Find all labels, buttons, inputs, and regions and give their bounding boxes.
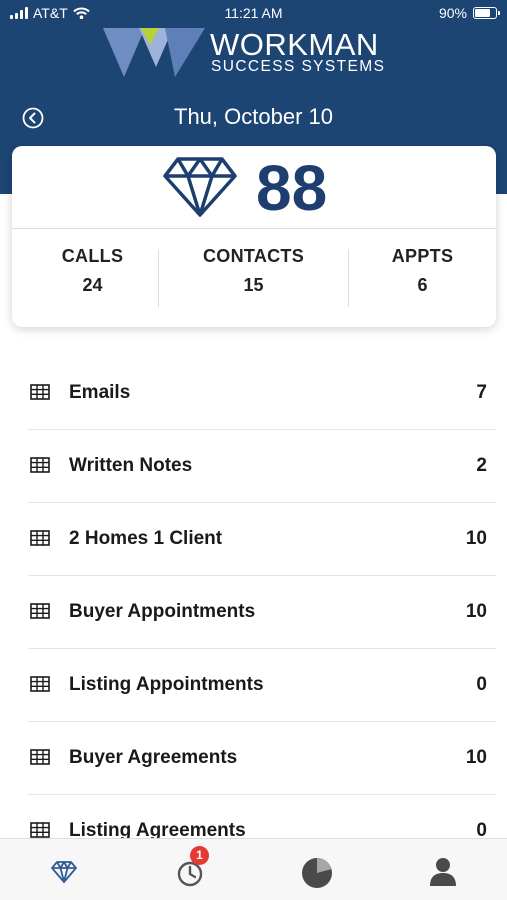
activity-count: 10 bbox=[465, 747, 487, 768]
score-row: 88 bbox=[12, 146, 496, 228]
activity-row[interactable]: Emails 7 bbox=[28, 357, 496, 430]
metric-value: 6 bbox=[417, 275, 428, 295]
table-grid-icon bbox=[30, 384, 50, 400]
metric-label: CONTACTS bbox=[202, 246, 305, 266]
diamond-icon bbox=[163, 157, 237, 217]
table-grid-icon bbox=[30, 530, 50, 546]
activity-label: Written Notes bbox=[69, 455, 193, 476]
battery-percent: 90% bbox=[438, 5, 467, 21]
score-value: 88 bbox=[256, 152, 328, 224]
metric-separator bbox=[158, 249, 159, 307]
activity-count: 10 bbox=[465, 601, 487, 622]
activity-label: 2 Homes 1 Client bbox=[69, 528, 223, 549]
table-grid-icon bbox=[30, 822, 50, 838]
status-bar: AT&T 11:21 AM 90% bbox=[0, 0, 507, 26]
activity-label: Buyer Appointments bbox=[69, 601, 256, 622]
table-grid-icon bbox=[30, 603, 50, 619]
table-grid-icon bbox=[30, 749, 50, 765]
tab-dashboard[interactable] bbox=[46, 853, 82, 889]
metric-contacts: CONTACTS 15 bbox=[173, 246, 334, 296]
metric-calls: CALLS 24 bbox=[12, 246, 173, 296]
tab-history[interactable]: 1 bbox=[172, 846, 209, 889]
activity-label: Listing Appointments bbox=[69, 674, 264, 695]
company-logo: WORKMAN SUCCESS SYSTEMS bbox=[103, 25, 413, 81]
score-card: 88 CALLS 24 CONTACTS 15 APPTS 6 bbox=[12, 146, 496, 327]
tab-reports[interactable] bbox=[299, 853, 335, 889]
metric-value: 24 bbox=[82, 275, 103, 295]
tab-bar: 1 bbox=[0, 838, 507, 900]
battery-icon bbox=[473, 7, 500, 19]
activity-count: 0 bbox=[476, 820, 487, 838]
metric-label: CALLS bbox=[61, 246, 124, 266]
activity-count: 10 bbox=[465, 528, 487, 549]
activity-label: Listing Agreements bbox=[69, 820, 246, 838]
activity-label: Buyer Agreements bbox=[69, 747, 238, 768]
activity-row[interactable]: Buyer Appointments 10 bbox=[28, 576, 496, 649]
activity-count: 7 bbox=[476, 382, 487, 403]
activity-row[interactable]: 2 Homes 1 Client 10 bbox=[28, 503, 496, 576]
activity-count: 2 bbox=[476, 455, 487, 476]
activity-row[interactable]: Listing Agreements 0 bbox=[28, 795, 496, 838]
date-title: Thu, October 10 bbox=[174, 104, 333, 129]
activity-row[interactable]: Listing Appointments 0 bbox=[28, 649, 496, 722]
logo-mark-icon bbox=[103, 28, 205, 77]
metric-appts: APPTS 6 bbox=[342, 246, 503, 296]
table-grid-icon bbox=[30, 457, 50, 473]
metric-value: 15 bbox=[243, 275, 264, 295]
metric-label: APPTS bbox=[391, 246, 454, 266]
tab-profile[interactable] bbox=[425, 853, 461, 889]
status-time: 11:21 AM bbox=[224, 5, 283, 21]
notification-badge: 1 bbox=[190, 846, 209, 865]
activity-list: Emails 7 Written Notes 2 2 Homes 1 Clien… bbox=[28, 357, 496, 838]
activity-row[interactable]: Buyer Agreements 10 bbox=[28, 722, 496, 795]
activity-count: 0 bbox=[476, 674, 487, 695]
logo-subtitle: SUCCESS SYSTEMS bbox=[211, 58, 386, 75]
activity-label: Emails bbox=[69, 382, 131, 403]
card-divider bbox=[12, 228, 496, 229]
activity-row[interactable]: Written Notes 2 bbox=[28, 430, 496, 503]
logo-title: WORKMAN bbox=[210, 27, 379, 62]
table-grid-icon bbox=[30, 676, 50, 692]
status-right: 90% bbox=[438, 5, 500, 21]
